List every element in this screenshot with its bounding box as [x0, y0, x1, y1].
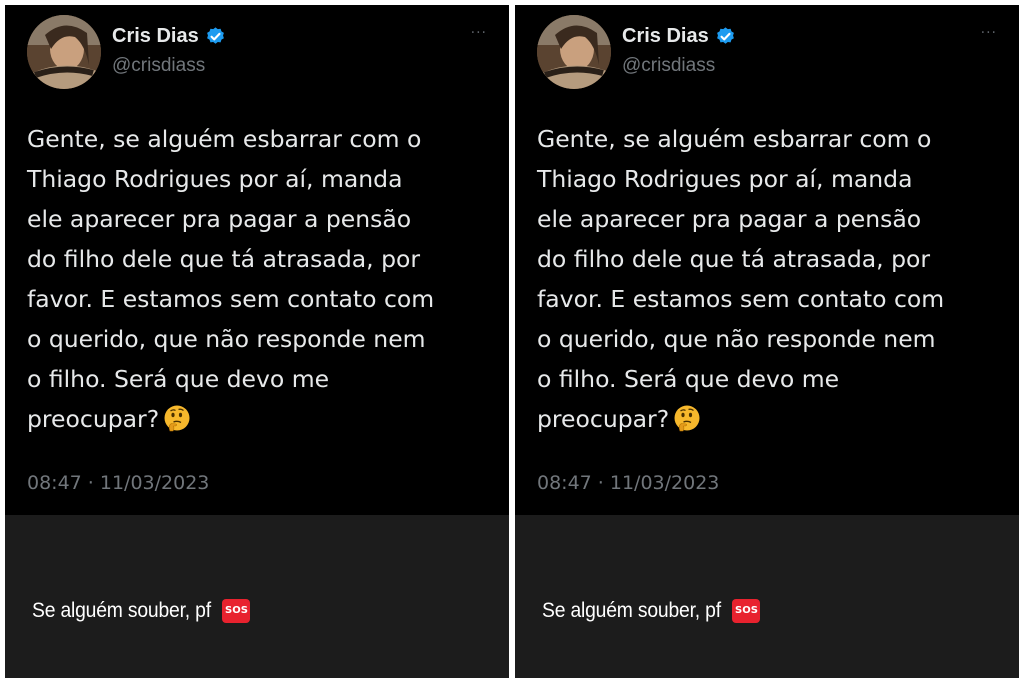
story-caption: Se alguém souber, pf SOS — [542, 599, 761, 623]
display-name[interactable]: Cris Dias — [622, 25, 709, 48]
story-caption-area: Se alguém souber, pf SOS — [5, 515, 509, 678]
tweet-text-content: Gente, se alguém esbarrar com o Thiago R… — [537, 125, 945, 433]
thinking-face-icon — [163, 404, 191, 444]
tweet-text-content: Gente, se alguém esbarrar com o Thiago R… — [27, 125, 435, 433]
avatar[interactable] — [27, 15, 101, 89]
user-handle[interactable]: @crisdiass — [622, 55, 715, 77]
name-row: Cris Dias — [622, 25, 736, 48]
avatar[interactable] — [537, 15, 611, 89]
more-options-icon[interactable]: ··· — [471, 25, 487, 41]
verified-badge-icon — [715, 26, 736, 47]
story-panel-left: Cris Dias @crisdiass ··· Gente, se algué… — [5, 5, 509, 678]
tweet-text: Gente, se alguém esbarrar com o Thiago R… — [27, 119, 497, 444]
tweet-card: Cris Dias @crisdiass ··· Gente, se algué… — [515, 5, 1019, 515]
sos-icon: SOS — [222, 599, 251, 623]
name-row: Cris Dias — [112, 25, 226, 48]
collage-frame: Cris Dias @crisdiass ··· Gente, se algué… — [0, 0, 1024, 683]
story-caption-area: Se alguém souber, pf SOS — [515, 515, 1019, 678]
caption-text: Se alguém souber, pf — [32, 599, 211, 622]
tweet-timestamp[interactable]: 08:47 · 11/03/2023 — [537, 472, 719, 494]
tweet-text: Gente, se alguém esbarrar com o Thiago R… — [537, 119, 1007, 444]
tweet-card: Cris Dias @crisdiass ··· Gente, se algué… — [5, 5, 509, 515]
user-handle[interactable]: @crisdiass — [112, 55, 205, 77]
thinking-face-icon — [673, 404, 701, 444]
story-caption: Se alguém souber, pf SOS — [32, 599, 251, 623]
more-options-icon[interactable]: ··· — [981, 25, 997, 41]
tweet-timestamp[interactable]: 08:47 · 11/03/2023 — [27, 472, 209, 494]
caption-text: Se alguém souber, pf — [542, 599, 721, 622]
story-panel-right: Cris Dias @crisdiass ··· Gente, se algué… — [515, 5, 1019, 678]
display-name[interactable]: Cris Dias — [112, 25, 199, 48]
verified-badge-icon — [205, 26, 226, 47]
sos-icon: SOS — [732, 599, 761, 623]
